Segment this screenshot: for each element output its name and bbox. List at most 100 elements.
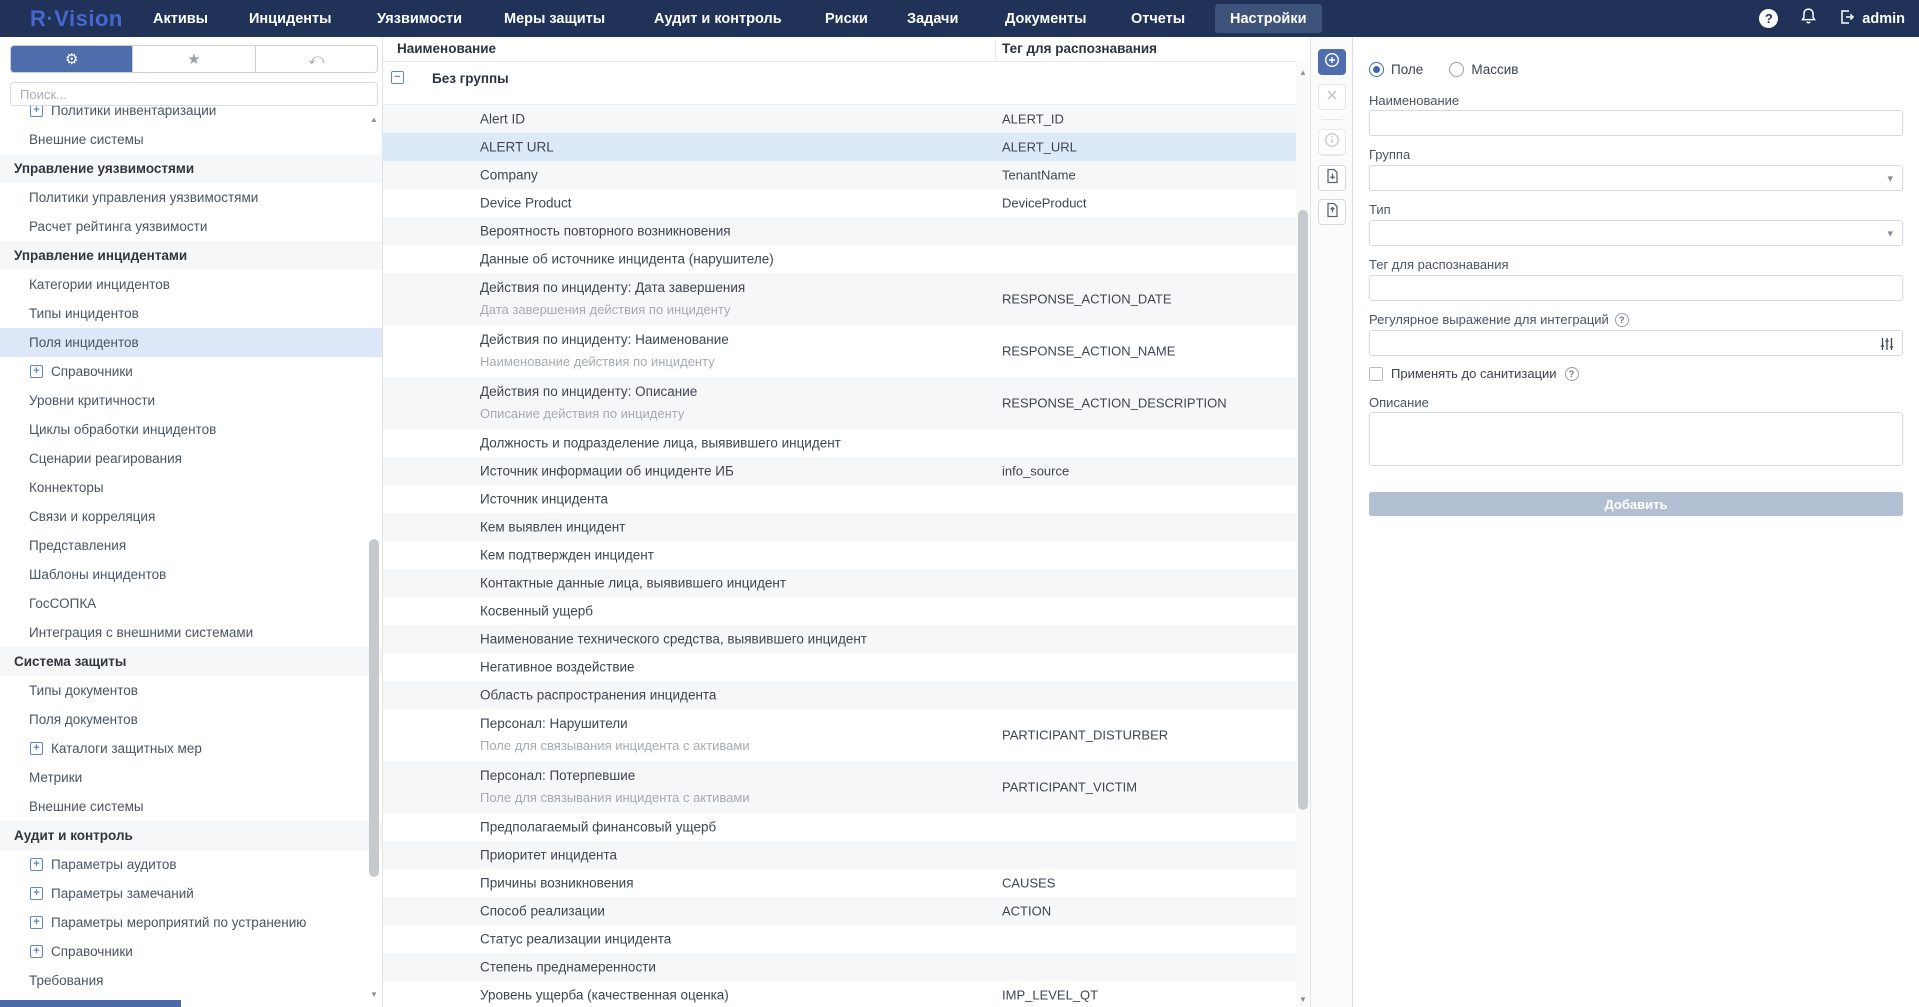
search-input[interactable] [10, 82, 378, 106]
table-row[interactable]: Действия по инциденту: ОписаниеОписание … [383, 377, 1296, 429]
tag-input[interactable] [1369, 275, 1903, 301]
add-circle-button[interactable] [1318, 49, 1346, 75]
user-menu[interactable]: admin [1839, 9, 1905, 29]
table-row[interactable]: Должность и подразделение лица, выявивше… [383, 429, 1296, 457]
table-row[interactable]: Alert IDALERT_ID [383, 105, 1296, 133]
regex-builder-sliders-icon[interactable] [1880, 337, 1894, 354]
table-row[interactable]: Область распространения инцидента [383, 681, 1296, 709]
export-file-button[interactable] [1318, 199, 1346, 225]
table-row[interactable]: ALERT URLALERT_URL [383, 133, 1296, 161]
sidebar-scroll-up-icon[interactable]: ▲ [367, 115, 381, 127]
sidebar-item[interactable]: Типы документов [0, 676, 382, 705]
sidebar-item[interactable]: Коннекторы [0, 473, 382, 502]
table-row[interactable]: Источник инцидента [383, 485, 1296, 513]
table-row[interactable]: Контактные данные лица, выявившего инцид… [383, 569, 1296, 597]
sidebar-item[interactable]: +Параметры мероприятий по устранению [0, 908, 382, 937]
table-scrollbar[interactable]: ▲ ▼ [1296, 63, 1310, 1007]
checkbox-icon[interactable] [1369, 367, 1383, 381]
sidebar-item[interactable]: Циклы обработки инцидентов [0, 415, 382, 444]
table-row[interactable]: Наименование технического средства, выяв… [383, 625, 1296, 653]
sidebar-item[interactable]: Сценарии реагирования [0, 444, 382, 473]
sidebar-item[interactable]: Интеграция с внешними системами [0, 618, 382, 647]
nav-item[interactable]: Аудит и контроль [654, 0, 782, 37]
sidebar-scroll-down-icon[interactable]: ▼ [367, 990, 381, 1002]
table-row[interactable]: Действия по инциденту: НаименованиеНаиме… [383, 325, 1296, 377]
nav-item[interactable]: Меры защиты [504, 0, 605, 37]
table-row[interactable]: Негативное воздействие [383, 653, 1296, 681]
table-row[interactable]: CompanyTenantName [383, 161, 1296, 189]
notifications-bell-icon[interactable] [1800, 7, 1817, 30]
sidebar-item[interactable]: Поля документов [0, 705, 382, 734]
table-row[interactable]: Способ реализацииACTION [383, 897, 1296, 925]
radio-array[interactable]: Массив [1449, 62, 1518, 77]
plus-square-icon[interactable]: + [30, 106, 43, 117]
sidebar-item[interactable]: +Справочники [0, 357, 382, 386]
sidebar-item[interactable]: ГосСОПКА [0, 589, 382, 618]
sidebar-item[interactable]: Внешние системы [0, 792, 382, 821]
regex-help-icon[interactable]: ? [1615, 313, 1629, 327]
plus-square-icon[interactable]: + [30, 858, 43, 871]
column-header-tag[interactable]: Тег для распознавания [1002, 41, 1157, 56]
table-scroll-down-icon[interactable]: ▼ [1296, 995, 1310, 1004]
table-row[interactable]: Персонал: НарушителиПоле для связывания … [383, 709, 1296, 761]
radio-field[interactable]: Поле [1369, 62, 1423, 77]
sidebar-item[interactable]: Внешние системы [0, 125, 382, 154]
table-row[interactable]: Вероятность повторного возникновения [383, 217, 1296, 245]
help-icon[interactable]: ? [1759, 9, 1778, 28]
regex-input[interactable] [1369, 330, 1903, 356]
plus-square-icon[interactable]: + [30, 365, 43, 378]
group-row[interactable]: − Без группы [383, 62, 1296, 105]
type-select[interactable]: ▾ [1369, 220, 1903, 246]
sidebar-item[interactable]: +Параметры аудитов [0, 850, 382, 879]
sidebar-item[interactable]: Расчет рейтинга уязвимости [0, 212, 382, 241]
nav-item[interactable]: Уязвимости [377, 0, 462, 37]
table-row[interactable]: Приоритет инцидента [383, 841, 1296, 869]
sidebar-item[interactable]: Метрики [0, 763, 382, 792]
group-select[interactable]: ▾ [1369, 165, 1903, 191]
column-header-name[interactable]: Наименование [397, 41, 496, 56]
nav-item[interactable]: Документы [1005, 0, 1087, 37]
table-row[interactable]: Device ProductDeviceProduct [383, 189, 1296, 217]
nav-item[interactable]: Отчеты [1131, 0, 1185, 37]
plus-square-icon[interactable]: + [30, 887, 43, 900]
table-row[interactable]: Действия по инциденту: Дата завершенияДа… [383, 273, 1296, 325]
table-row[interactable]: Предполагаемый финансовый ущерб [383, 813, 1296, 841]
table-row[interactable]: Уровень ущерба (качественная оценка)IMP_… [383, 981, 1296, 1007]
sidebar-item[interactable]: +Справочники [0, 937, 382, 966]
sidebar-item[interactable]: Категории инцидентов [0, 270, 382, 299]
nav-item[interactable]: Настройки [1215, 4, 1322, 33]
nav-item[interactable]: Риски [825, 0, 868, 37]
table-row[interactable]: Персонал: ПотерпевшиеПоле для связывания… [383, 761, 1296, 813]
nav-item[interactable]: Активы [153, 0, 208, 37]
sanitize-checkbox-row[interactable]: Применять до санитизации ? [1369, 366, 1579, 381]
add-button[interactable]: Добавить [1369, 492, 1903, 516]
tab-favorites[interactable]: ★ [133, 46, 255, 72]
minus-square-icon[interactable]: − [391, 71, 404, 84]
table-row[interactable]: Статус реализации инцидента [383, 925, 1296, 953]
name-input[interactable] [1369, 110, 1903, 136]
description-textarea[interactable] [1369, 412, 1903, 466]
plus-square-icon[interactable]: + [30, 742, 43, 755]
nav-item[interactable]: Инциденты [249, 0, 332, 37]
sidebar-item[interactable]: Типы инцидентов [0, 299, 382, 328]
table-row[interactable]: Кем подтвержден инцидент [383, 541, 1296, 569]
sidebar-item[interactable]: Поля инцидентов [0, 328, 382, 357]
import-file-button[interactable] [1318, 165, 1346, 191]
sidebar-item[interactable]: Шаблоны инцидентов [0, 560, 382, 589]
tab-settings[interactable]: ⚙ [11, 46, 133, 72]
sidebar-item[interactable]: +Параметры замечаний [0, 879, 382, 908]
sidebar-item[interactable]: +Политики инвентаризации [0, 106, 382, 125]
table-row[interactable]: Косвенный ущерб [383, 597, 1296, 625]
table-row[interactable]: Данные об источнике инцидента (нарушител… [383, 245, 1296, 273]
sidebar-item[interactable]: Уровни критичности [0, 386, 382, 415]
sanitize-help-icon[interactable]: ? [1565, 367, 1579, 381]
table-scrollbar-thumb[interactable] [1298, 210, 1308, 810]
sidebar-item[interactable]: Связи и корреляция [0, 502, 382, 531]
nav-item[interactable]: Задачи [907, 0, 958, 37]
sidebar-item[interactable]: Политики управления уязвимостями [0, 183, 382, 212]
plus-square-icon[interactable]: + [30, 916, 43, 929]
table-row[interactable]: Причины возникновенияCAUSES [383, 869, 1296, 897]
tab-history[interactable]: ⤺ [256, 46, 377, 72]
plus-square-icon[interactable]: + [30, 945, 43, 958]
table-row[interactable]: Степень преднамеренности [383, 953, 1296, 981]
